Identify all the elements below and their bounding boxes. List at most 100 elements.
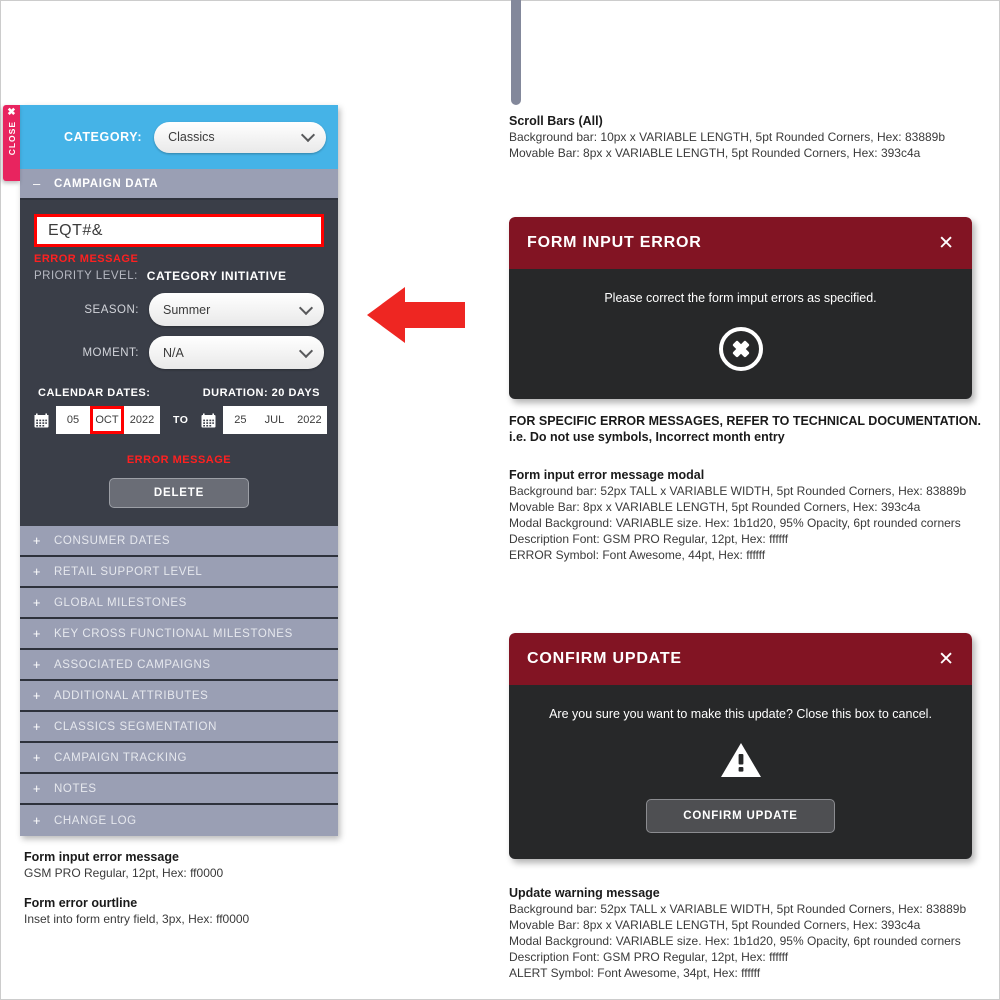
start-year-field[interactable]: 2022: [124, 406, 160, 434]
calendar-icon[interactable]: [34, 413, 49, 428]
priority-level-label: PRIORITY LEVEL:: [34, 270, 138, 282]
chevron-down-icon: [298, 300, 314, 315]
scrollbar-sample[interactable]: [511, 0, 521, 105]
accordion-row[interactable]: + GLOBAL MILESTONES: [20, 588, 338, 619]
scrollbar-note-title: Scroll Bars (All): [509, 114, 603, 128]
start-date-group: 05 OCT 2022: [56, 406, 160, 434]
accordion-row[interactable]: + NOTES: [20, 774, 338, 805]
close-panel-tab[interactable]: ✖ CLOSE: [3, 105, 20, 181]
calendar-dates-row: 05 OCT 2022 TO 25 JUL 2022: [34, 406, 328, 434]
left-annotations: Form input error message GSM PRO Regular,…: [24, 849, 354, 941]
accordion-row[interactable]: + CLASSICS SEGMENTATION: [20, 712, 338, 743]
error-modal-title: FORM INPUT ERROR: [527, 234, 702, 251]
warning-triangle-icon: [720, 743, 761, 777]
calendar-icon[interactable]: [201, 413, 216, 428]
end-date-group: 25 JUL 2022: [223, 406, 328, 434]
annotation-title: Form error ourtline: [24, 896, 138, 910]
confirm-note-line: ALERT Symbol: Font Awesome, 34pt, Hex: f…: [509, 966, 761, 980]
accordion-row-label: ADDITIONAL ATTRIBUTES: [54, 689, 209, 702]
end-day-field[interactable]: 25: [223, 406, 258, 434]
confirm-note-line: Movable Bar: 8px x VARIABLE LENGTH, 5pt …: [509, 918, 921, 932]
expand-plus-icon: +: [32, 719, 42, 734]
close-x-icon[interactable]: ✕: [938, 650, 954, 669]
annotation-block: Form error ourtline Inset into form entry…: [24, 895, 354, 927]
error-circle-x-icon: [718, 327, 763, 371]
error-note-line: Movable Bar: 8px x VARIABLE LENGTH, 5pt …: [509, 500, 921, 514]
campaign-name-input[interactable]: EQT#&: [34, 214, 324, 247]
category-label: CATEGORY:: [64, 130, 143, 144]
moment-select[interactable]: N/A: [149, 336, 324, 369]
calendar-dates-header: CALENDAR DATES: DURATION: 20 DAYS: [34, 387, 324, 399]
expand-plus-icon: +: [32, 657, 42, 672]
confirm-note-title: Update warning message: [509, 886, 660, 900]
confirm-note-line: Modal Background: VARIABLE size. Hex: 1b…: [509, 934, 961, 948]
confirm-modal-header: CONFIRM UPDATE ✕: [509, 633, 972, 685]
confirm-modal-description: Are you sure you want to make this updat…: [549, 707, 932, 721]
chevron-down-icon: [298, 343, 314, 358]
accordion-row[interactable]: + ASSOCIATED CAMPAIGNS: [20, 650, 338, 681]
season-select[interactable]: Summer: [149, 293, 324, 326]
expand-plus-icon: +: [32, 626, 42, 641]
annotation-line: GSM PRO Regular, 12pt, Hex: ff0000: [24, 866, 224, 880]
close-x-icon[interactable]: ✕: [938, 234, 954, 253]
expand-plus-icon: +: [32, 750, 42, 765]
accordion-row-label: RETAIL SUPPORT LEVEL: [54, 565, 203, 578]
annotation-block: Form input error message GSM PRO Regular,…: [24, 849, 354, 881]
accordion-row[interactable]: + ADDITIONAL ATTRIBUTES: [20, 681, 338, 712]
confirm-modal-title: CONFIRM UPDATE: [527, 650, 682, 667]
end-year-field[interactable]: 2022: [291, 406, 328, 434]
category-select-value: Classics: [168, 130, 215, 144]
error-note-title: Form input error message modal: [509, 468, 705, 482]
end-month-field[interactable]: JUL: [257, 406, 292, 434]
error-note-headline-2: i.e. Do not use symbols, Incorrect month…: [509, 430, 785, 444]
confirm-update-button[interactable]: CONFIRM UPDATE: [646, 799, 835, 833]
category-select[interactable]: Classics: [154, 121, 327, 153]
accordion-row-label: CLASSICS SEGMENTATION: [54, 720, 217, 733]
annotation-line: Inset into form entry field, 3px, Hex: f…: [24, 912, 250, 926]
error-modal-description: Please correct the form imput errors as …: [604, 291, 877, 305]
duration-label: DURATION: 20 DAYS: [202, 387, 320, 399]
accordion-row-label: ASSOCIATED CAMPAIGNS: [54, 658, 211, 671]
start-day-field[interactable]: 05: [56, 406, 90, 434]
accordion-row[interactable]: + CAMPAIGN TRACKING: [20, 743, 338, 774]
accordion-row[interactable]: + CHANGE LOG: [20, 805, 338, 836]
section-campaign-data-title: CAMPAIGN DATA: [54, 177, 159, 190]
accordion-row[interactable]: + CONSUMER DATES: [20, 526, 338, 557]
campaign-detail-panel: ✖ CLOSE CATEGORY: Classics – CAMPAIGN DA…: [3, 105, 338, 836]
form-input-error-modal: FORM INPUT ERROR ✕ Please correct the fo…: [509, 217, 972, 399]
accordion-list: + CONSUMER DATES + RETAIL SUPPORT LEVEL + GLO…: [20, 526, 338, 836]
error-note-headline-1: FOR SPECIFIC ERROR MESSAGES, REFER TO TE…: [509, 414, 982, 428]
priority-level-value: CATEGORY INITIATIVE: [146, 269, 287, 283]
confirm-update-modal: CONFIRM UPDATE ✕ Are you sure you want t…: [509, 633, 972, 859]
season-label: SEASON:: [84, 303, 139, 316]
expand-plus-icon: +: [32, 781, 42, 796]
moment-label: MOMENT:: [82, 346, 139, 359]
page-root: ✖ CLOSE CATEGORY: Classics – CAMPAIGN DA…: [0, 0, 1000, 1000]
accordion-row[interactable]: + RETAIL SUPPORT LEVEL: [20, 557, 338, 588]
campaign-name-value: EQT#&: [48, 221, 103, 239]
error-modal-body: Please correct the form imput errors as …: [509, 269, 972, 399]
accordion-row-label: GLOBAL MILESTONES: [54, 596, 187, 609]
start-month-field[interactable]: OCT: [90, 406, 124, 434]
error-note-line: Background bar: 52px TALL x VARIABLE WID…: [509, 484, 967, 498]
error-modal-header: FORM INPUT ERROR ✕: [509, 217, 972, 269]
scrollbar-annotation: Scroll Bars (All) Background bar: 10px x…: [509, 113, 989, 161]
delete-button[interactable]: DELETE: [108, 478, 250, 508]
accordion-row-label: CONSUMER DATES: [54, 534, 171, 547]
calendar-dates-error-wrap: ERROR MESSAGE: [34, 450, 324, 468]
error-note-line: ERROR Symbol: Font Awesome, 44pt, Hex: f…: [509, 548, 766, 562]
error-symbol-wrap: [533, 325, 948, 373]
accordion-row-label: CAMPAIGN TRACKING: [54, 751, 188, 764]
moment-row: MOMENT: N/A: [34, 336, 324, 369]
confirm-modal-annotation: Update warning message Background bar: 5…: [509, 885, 999, 981]
campaign-name-error: ERROR MESSAGE: [34, 253, 139, 265]
error-modal-annotation: FOR SPECIFIC ERROR MESSAGES, REFER TO TE…: [509, 413, 989, 563]
accordion-row[interactable]: + KEY CROSS FUNCTIONAL MILESTONES: [20, 619, 338, 650]
confirm-symbol-wrap: [533, 741, 948, 779]
delete-button-wrap: DELETE: [34, 478, 324, 508]
collapse-minus-icon: –: [33, 176, 41, 191]
red-arrow-icon: [367, 286, 465, 344]
close-tab-label: CLOSE: [6, 121, 17, 156]
confirm-note-line: Description Font: GSM PRO Regular, 12pt,…: [509, 950, 789, 964]
section-campaign-data-header[interactable]: – CAMPAIGN DATA: [20, 169, 338, 200]
